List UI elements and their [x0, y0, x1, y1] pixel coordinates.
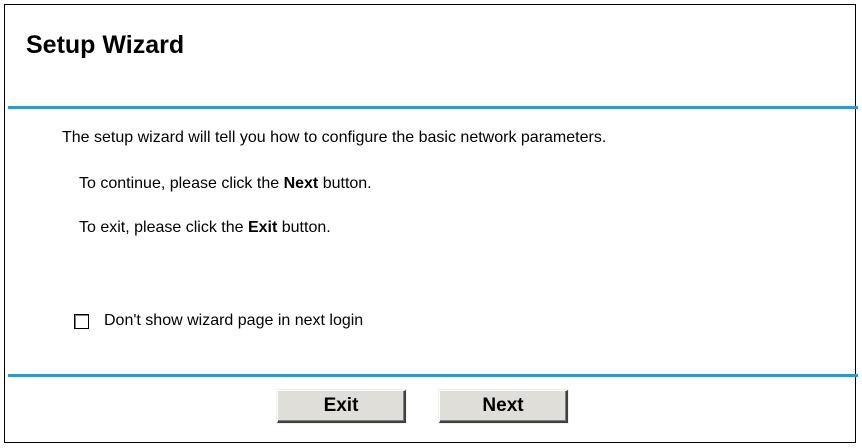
- page-title: Setup Wizard: [26, 31, 185, 59]
- continue-text-bold: Next: [283, 175, 319, 192]
- bottom-divider: [8, 374, 858, 377]
- top-divider: [8, 106, 858, 109]
- dont-show-wizard-option[interactable]: Don't show wizard page in next login: [74, 311, 363, 331]
- dont-show-wizard-checkbox[interactable]: [74, 313, 89, 329]
- dont-show-wizard-label[interactable]: Don't show wizard page in next login: [104, 311, 363, 331]
- continue-text-post: button.: [318, 175, 372, 192]
- exit-text-pre: To exit, please click the: [79, 219, 248, 236]
- exit-text-post: button.: [277, 219, 331, 236]
- continue-text-pre: To continue, please click the: [79, 175, 284, 192]
- next-button[interactable]: Next: [439, 390, 568, 423]
- exit-button[interactable]: Exit: [277, 390, 406, 423]
- exit-text-bold: Exit: [247, 219, 278, 236]
- exit-instruction: To exit, please click the Exit button.: [79, 218, 331, 238]
- intro-text: The setup wizard will tell you how to co…: [62, 129, 607, 146]
- continue-instruction: To continue, please click the Next butto…: [79, 174, 372, 194]
